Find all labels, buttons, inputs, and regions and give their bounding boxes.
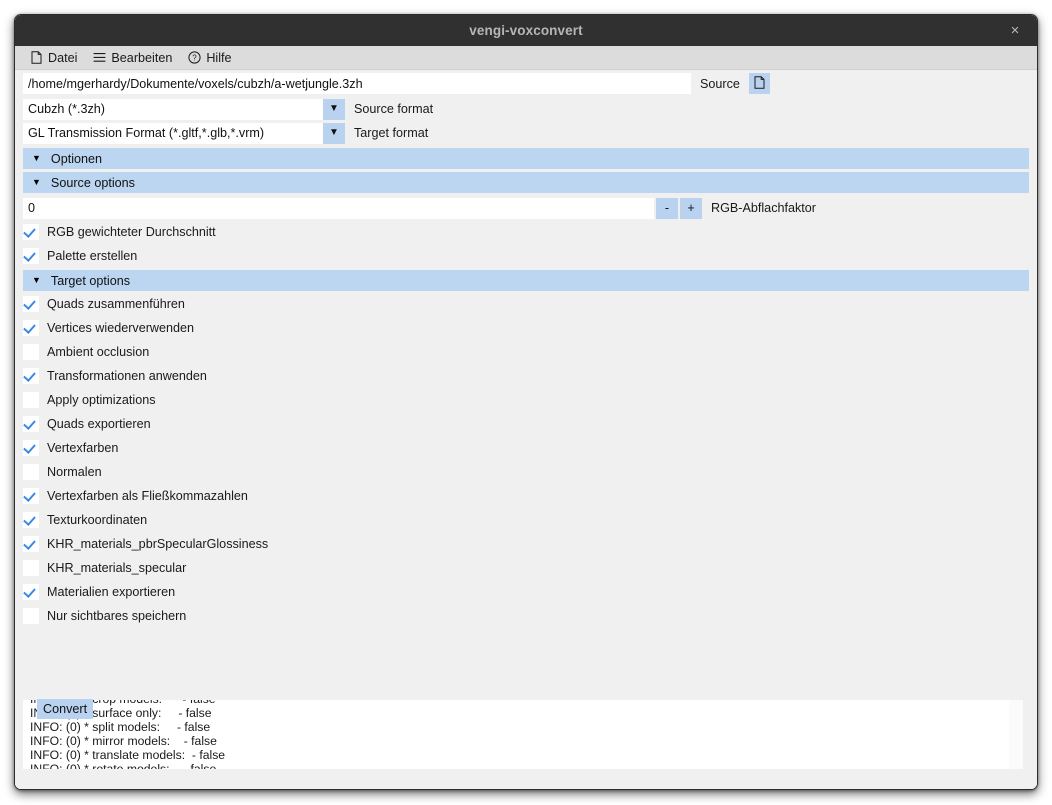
target-option-checkbox-2[interactable]: Ambient occlusion — [15, 340, 1037, 364]
target-option-checkbox-7[interactable]: Normalen — [15, 460, 1037, 484]
target-option-checkbox-3-label: Transformationen anwenden — [47, 369, 207, 383]
checkbox-unchecked-icon[interactable] — [23, 608, 39, 624]
window-content: /home/mgerhardy/Dokumente/voxels/cubzh/a… — [15, 70, 1037, 789]
checkbox-checked-icon[interactable] — [23, 248, 39, 264]
source-path-label: Source — [700, 76, 740, 91]
menu-item-bearbeiten-label: Bearbeiten — [111, 50, 173, 65]
target-option-checkbox-10[interactable]: KHR_materials_pbrSpecularGlossiness — [15, 532, 1037, 556]
source-options-checkbox-list: RGB gewichteter Durchschnitt Palette erst… — [15, 220, 1037, 268]
source-browse-button[interactable] — [748, 73, 770, 94]
window-title: vengi-voxconvert — [469, 23, 583, 38]
checkbox-checked-icon[interactable] — [23, 536, 39, 552]
source-option-checkbox-0[interactable]: RGB gewichteter Durchschnitt — [15, 220, 1037, 244]
source-path-input[interactable]: /home/mgerhardy/Dokumente/voxels/cubzh/a… — [23, 73, 691, 94]
target-format-row: GL Transmission Format (*.gltf,*.glb,*.v… — [15, 121, 1037, 145]
target-option-checkbox-8[interactable]: Vertexfarben als Fließkommazahlen — [15, 484, 1037, 508]
checkbox-checked-icon[interactable] — [23, 416, 39, 432]
target-option-checkbox-8-label: Vertexfarben als Fließkommazahlen — [47, 489, 248, 503]
target-option-checkbox-6[interactable]: Vertexfarben — [15, 436, 1037, 460]
checkbox-checked-icon[interactable] — [23, 296, 39, 312]
target-option-checkbox-11-label: KHR_materials_specular — [47, 561, 187, 575]
rgb-flatten-row: 0 - + RGB-Abflachfaktor — [15, 196, 1037, 220]
target-option-checkbox-5[interactable]: Quads exportieren — [15, 412, 1037, 436]
rgb-flatten-decrement-button[interactable]: - — [656, 197, 678, 219]
target-option-checkbox-5-label: Quads exportieren — [47, 417, 151, 431]
statusbar — [15, 769, 1037, 789]
target-format-dropdown-button[interactable]: ▼ — [323, 122, 345, 144]
target-option-checkbox-12-label: Materialien exportieren — [47, 585, 176, 599]
chevron-down-icon: ▼ — [329, 127, 339, 138]
checkbox-unchecked-icon[interactable] — [23, 560, 39, 576]
target-option-checkbox-1[interactable]: Vertices wiederverwenden — [15, 316, 1037, 340]
menu-item-hilfe[interactable]: ? Hilfe — [181, 49, 240, 67]
target-format-label: Target format — [354, 126, 429, 140]
checkbox-checked-icon[interactable] — [23, 440, 39, 456]
menu-item-datei[interactable]: Datei — [23, 49, 86, 67]
source-option-checkbox-1[interactable]: Palette erstellen — [15, 244, 1037, 268]
target-option-checkbox-6-label: Vertexfarben — [47, 441, 119, 455]
target-option-checkbox-0-label: Quads zusammenführen — [47, 297, 185, 311]
checkbox-unchecked-icon[interactable] — [23, 464, 39, 480]
checkbox-checked-icon[interactable] — [23, 584, 39, 600]
section-header-target-options[interactable]: ▼ Target options — [23, 270, 1029, 291]
hamburger-icon — [93, 51, 106, 64]
source-format-label: Source format — [354, 102, 434, 116]
close-icon[interactable]: × — [1005, 15, 1025, 46]
triangle-down-icon: ▼ — [32, 153, 41, 163]
target-format-value[interactable]: GL Transmission Format (*.gltf,*.glb,*.v… — [23, 122, 323, 144]
window-titlebar[interactable]: vengi-voxconvert × — [15, 15, 1037, 46]
checkbox-checked-icon[interactable] — [23, 488, 39, 504]
checkbox-unchecked-icon[interactable] — [23, 392, 39, 408]
convert-button[interactable]: Convert — [37, 699, 94, 719]
target-option-checkbox-10-label: KHR_materials_pbrSpecularGlossiness — [47, 537, 269, 551]
triangle-down-icon: ▼ — [32, 275, 41, 285]
menu-item-hilfe-label: Hilfe — [206, 50, 232, 65]
checkbox-checked-icon[interactable] — [23, 512, 39, 528]
menubar: Datei Bearbeiten ? Hilfe — [15, 46, 1037, 70]
source-format-value[interactable]: Cubzh (*.3zh) — [23, 98, 323, 120]
source-path-row: /home/mgerhardy/Dokumente/voxels/cubzh/a… — [15, 70, 1037, 97]
menu-item-bearbeiten[interactable]: Bearbeiten — [86, 49, 181, 67]
target-option-checkbox-11[interactable]: KHR_materials_specular — [15, 556, 1037, 580]
question-circle-icon: ? — [188, 51, 201, 64]
rgb-flatten-input[interactable]: 0 — [23, 197, 654, 219]
document-icon — [30, 51, 43, 64]
section-header-target-options-label: Target options — [50, 273, 131, 288]
target-option-checkbox-13[interactable]: Nur sichtbares speichern — [15, 604, 1037, 628]
target-option-checkbox-4[interactable]: Apply optimizations — [15, 388, 1037, 412]
chevron-down-icon: ▼ — [329, 103, 339, 114]
desktop-background: vengi-voxconvert × Datei Bearbeiten ? Hi… — [0, 0, 1052, 805]
target-option-checkbox-1-label: Vertices wiederverwenden — [47, 321, 195, 335]
document-icon — [754, 75, 765, 92]
menu-item-datei-label: Datei — [48, 50, 78, 65]
source-format-row: Cubzh (*.3zh) ▼ Source format — [15, 97, 1037, 121]
target-option-checkbox-4-label: Apply optimizations — [47, 393, 156, 407]
svg-text:?: ? — [193, 54, 198, 63]
source-format-dropdown-button[interactable]: ▼ — [323, 98, 345, 120]
target-option-checkbox-12[interactable]: Materialien exportieren — [15, 580, 1037, 604]
target-option-checkbox-9-label: Texturkoordinaten — [47, 513, 148, 527]
rgb-flatten-label: RGB-Abflachfaktor — [711, 201, 816, 215]
source-option-checkbox-0-label: RGB gewichteter Durchschnitt — [47, 225, 216, 239]
checkbox-checked-icon[interactable] — [23, 320, 39, 336]
rgb-flatten-increment-button[interactable]: + — [680, 197, 702, 219]
target-option-checkbox-0[interactable]: Quads zusammenführen — [15, 292, 1037, 316]
target-option-checkbox-9[interactable]: Texturkoordinaten — [15, 508, 1037, 532]
section-header-source-options[interactable]: ▼ Source options — [23, 172, 1029, 193]
target-option-checkbox-7-label: Normalen — [47, 465, 102, 479]
checkbox-checked-icon[interactable] — [23, 224, 39, 240]
section-header-optionen-label: Optionen — [50, 151, 103, 166]
source-option-checkbox-1-label: Palette erstellen — [47, 249, 138, 263]
triangle-down-icon: ▼ — [32, 177, 41, 187]
target-option-checkbox-13-label: Nur sichtbares speichern — [47, 609, 187, 623]
target-option-checkbox-3[interactable]: Transformationen anwenden — [15, 364, 1037, 388]
application-window: vengi-voxconvert × Datei Bearbeiten ? Hi… — [14, 14, 1038, 790]
target-options-checkbox-list: Quads zusammenführen Vertices wiederverwe… — [15, 292, 1037, 628]
section-header-source-options-label: Source options — [50, 175, 135, 190]
checkbox-checked-icon[interactable] — [23, 368, 39, 384]
section-header-optionen[interactable]: ▼ Optionen — [23, 148, 1029, 169]
checkbox-unchecked-icon[interactable] — [23, 344, 39, 360]
target-option-checkbox-2-label: Ambient occlusion — [47, 345, 150, 359]
